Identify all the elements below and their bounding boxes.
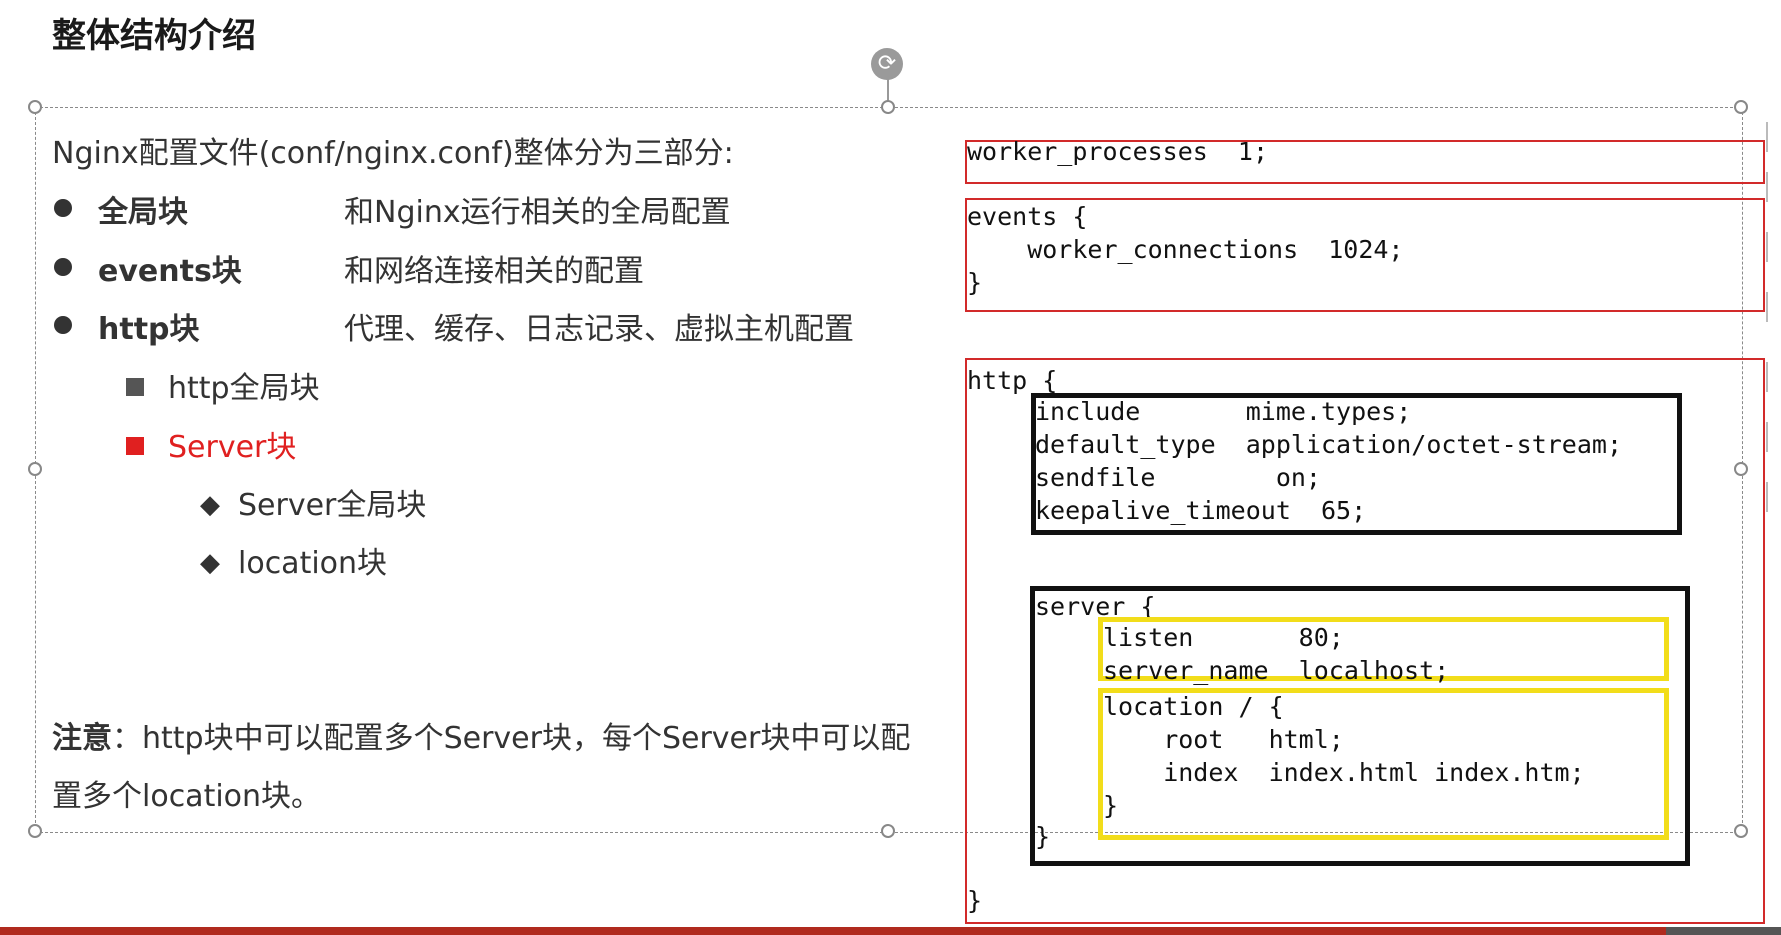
sub-item-label: Server块	[168, 430, 297, 465]
slide-title: 整体结构介绍	[52, 16, 256, 56]
bullet-dot-icon	[54, 316, 72, 334]
code-location-block: location / { root html; index index.html…	[1103, 692, 1585, 820]
diamond-bullet-icon: ◆	[200, 490, 220, 520]
side-toolbar	[1766, 112, 1781, 532]
shape-style-icon[interactable]	[1766, 172, 1781, 202]
resize-handle-top-left[interactable]	[28, 100, 42, 114]
code-events-block: events { worker_connections 1024; }	[967, 202, 1404, 297]
note-paragraph: 注意：http块中可以配置多个Server块，每个Server块中可以配置多个l…	[52, 710, 932, 826]
resize-handle-bottom-middle[interactable]	[881, 824, 895, 838]
code-worker-processes: worker_processes 1;	[967, 137, 1269, 166]
code-server-close: }	[1035, 822, 1051, 851]
shape-fill-icon[interactable]	[1766, 232, 1781, 262]
copy-icon[interactable]	[1766, 362, 1781, 392]
bullet-name: events块	[98, 254, 242, 289]
server-item-global: ◆ Server全局块	[200, 480, 426, 524]
square-bullet-icon	[126, 377, 144, 396]
code-panel: worker_processes 1; events { worker_conn…	[963, 132, 1765, 924]
bullet-name: http块	[98, 312, 200, 347]
square-bullet-icon	[126, 436, 144, 455]
sub-item-server: Server块	[126, 422, 296, 466]
code-http-close: }	[967, 886, 983, 915]
bullet-dot-icon	[54, 199, 72, 217]
bullet-name: 全局块	[98, 195, 188, 230]
resize-handle-middle-left[interactable]	[28, 462, 42, 476]
server-item-label: location块	[238, 546, 388, 581]
resize-handle-top-right[interactable]	[1734, 100, 1748, 114]
code-server-listen: listen 80; server_name localhost;	[1103, 623, 1450, 685]
shape-outline-icon[interactable]	[1766, 292, 1781, 322]
resize-handle-bottom-left[interactable]	[28, 824, 42, 838]
server-item-label: Server全局块	[238, 488, 427, 523]
search-icon[interactable]	[1766, 422, 1781, 452]
resize-handle-top-middle[interactable]	[881, 100, 895, 114]
code-http-settings: include mime.types; default_type applica…	[1035, 397, 1622, 525]
rotate-handle-icon[interactable]: ⟳	[871, 48, 903, 80]
note-text: ：http块中可以配置多个Server块，每个Server块中可以配置多个loc…	[52, 721, 911, 814]
server-item-location: ◆ location块	[200, 538, 387, 582]
bullet-desc: 和网络连接相关的配置	[344, 254, 644, 289]
note-label: 注意	[52, 721, 112, 756]
bullet-dot-icon	[54, 258, 72, 276]
bottom-bar-dark	[1666, 927, 1781, 935]
sub-item-label: http全局块	[168, 371, 320, 406]
layout-options-icon[interactable]	[1766, 122, 1781, 152]
diamond-bullet-icon: ◆	[200, 548, 220, 578]
intro-text: Nginx配置文件(conf/nginx.conf)整体分为三部分:	[52, 136, 734, 171]
bullet-desc: 代理、缓存、日志记录、虚拟主机配置	[344, 312, 854, 347]
sub-item-http-global: http全局块	[126, 363, 320, 407]
more-icon[interactable]	[1766, 482, 1781, 512]
bullet-desc: 和Nginx运行相关的全局配置	[344, 195, 731, 230]
bottom-bar	[0, 927, 1781, 935]
